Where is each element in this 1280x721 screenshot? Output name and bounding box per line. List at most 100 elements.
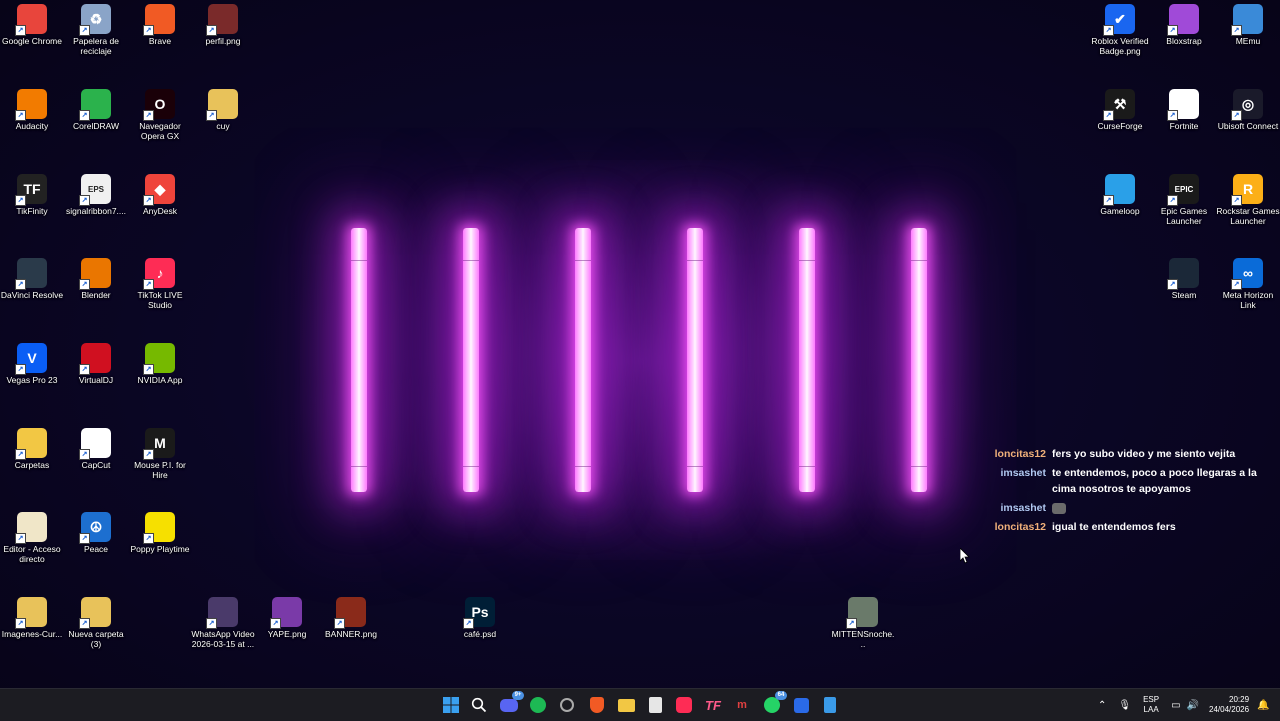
microphone-icon[interactable]: 🎙 xyxy=(1118,700,1131,711)
desktop-icon[interactable]: ↗ Fortnite xyxy=(1152,85,1216,131)
desktop-icon[interactable]: ↗ DaVinci Resolve xyxy=(0,254,64,300)
desktop-icon[interactable]: ↗ Carpetas xyxy=(0,424,64,470)
taskbar-tiktok-live[interactable] xyxy=(672,693,696,717)
desktop-icon[interactable]: ↗ Audacity xyxy=(0,85,64,131)
notification-bell-icon[interactable]: 🔔 xyxy=(1257,700,1269,711)
photoshop-file-icon: Ps ↗ xyxy=(463,597,495,629)
desktop-icon[interactable]: ↗ Steam xyxy=(1152,254,1216,300)
taskbar-brave[interactable] xyxy=(585,693,609,717)
desktop-icon-label: Rockstar Games Launcher xyxy=(1216,206,1280,226)
taskbar-app-m[interactable]: m xyxy=(730,693,754,717)
desktop-icon[interactable]: ↗ perfil.png xyxy=(191,0,255,46)
desktop-icon[interactable]: ↗ Brave xyxy=(128,0,192,46)
desktop-icon[interactable]: ↗ MEmu xyxy=(1216,0,1280,46)
shortcut-arrow-icon: ↗ xyxy=(79,110,90,121)
desktop-icon[interactable]: ↗ Gameloop xyxy=(1088,170,1152,216)
desktop-icon[interactable]: ↗ Nueva carpeta (3) xyxy=(64,593,128,649)
desktop-icon-label: CorelDRAW xyxy=(73,121,119,131)
desktop-icon[interactable]: ↗ CapCut xyxy=(64,424,128,470)
taskbar-editor[interactable] xyxy=(643,693,667,717)
shortcut-arrow-icon: ↗ xyxy=(15,110,26,121)
shortcut-arrow-icon: ↗ xyxy=(1103,110,1114,121)
desktop-icon[interactable]: ↗ MITTENSnoche... xyxy=(831,593,895,649)
keyboard-layout: LAA xyxy=(1143,705,1159,714)
file-icon: ↗ xyxy=(1167,89,1199,121)
desktop-icon[interactable]: R ↗ Rockstar Games Launcher xyxy=(1216,170,1280,226)
memu-icon: ↗ xyxy=(1231,4,1263,36)
desktop-icon[interactable]: ◎ ↗ Ubisoft Connect xyxy=(1216,85,1280,131)
desktop-icon[interactable]: Ps ↗ café.psd xyxy=(448,593,512,639)
chat-message: imsashet te entendemos, poco a poco lleg… xyxy=(990,465,1275,497)
shortcut-arrow-icon: ↗ xyxy=(1231,279,1242,290)
desktop-icon-label: Audacity xyxy=(15,121,49,131)
desktop-icon[interactable]: ☮ ↗ Peace xyxy=(64,508,128,554)
shortcut-arrow-icon: ↗ xyxy=(15,25,26,36)
chat-text: te entendemos, poco a poco llegaras a la… xyxy=(1052,467,1257,495)
desktop-icon[interactable]: ✔ ↗ Roblox Verified Badge.png xyxy=(1088,0,1152,56)
desktop-icon-label: Vegas Pro 23 xyxy=(6,375,58,385)
shortcut-arrow-icon: ↗ xyxy=(270,618,281,629)
shortcut-arrow-icon: ↗ xyxy=(143,195,154,206)
desktop-icon[interactable]: ↗ CorelDRAW xyxy=(64,85,128,131)
spotify-icon xyxy=(530,697,546,713)
taskbar-app-blue[interactable] xyxy=(789,693,813,717)
anydesk-icon: ◆ ↗ xyxy=(143,174,175,206)
tikfinity-icon: TF xyxy=(705,697,721,713)
desktop-icon[interactable]: ↗ Google Chrome xyxy=(0,0,64,46)
taskbar-discord[interactable]: 9+ xyxy=(497,691,524,717)
desktop-icon[interactable]: V ↗ Vegas Pro 23 xyxy=(0,339,64,385)
desktop-icon[interactable]: ♪ ↗ TikTok LIVE Studio xyxy=(128,254,192,310)
desktop-icon-label: TikFinity xyxy=(16,206,48,216)
taskbar-opera-gx[interactable] xyxy=(555,693,579,717)
desktop-icon-label: Carpetas xyxy=(14,460,50,470)
desktop-icon[interactable]: ↗ BANNER.png xyxy=(319,593,383,639)
desktop-icon[interactable]: ↗ Imagenes-Cur... xyxy=(0,593,64,639)
start-button[interactable] xyxy=(439,693,463,717)
desktop-icon[interactable]: ↗ YAPE.png xyxy=(255,593,319,639)
desktop-icon[interactable]: ↗ cuy xyxy=(191,85,255,131)
desktop-icon[interactable]: ↗ Bloxstrap xyxy=(1152,0,1216,46)
chevron-up-icon[interactable]: ⌃ xyxy=(1098,700,1106,711)
desktop-icon-label: Poppy Playtime xyxy=(130,544,190,554)
desktop-icon[interactable]: ↗ NVIDIA App xyxy=(128,339,192,385)
desktop-icon[interactable]: ◆ ↗ AnyDesk xyxy=(128,170,192,216)
shortcut-arrow-icon: ↗ xyxy=(15,618,26,629)
desktop-icon[interactable]: ♻ ↗ Papelera de reciclaje xyxy=(64,0,128,56)
desktop-icon[interactable]: ⚒ ↗ CurseForge xyxy=(1088,85,1152,131)
shortcut-arrow-icon: ↗ xyxy=(206,110,217,121)
shortcut-arrow-icon: ↗ xyxy=(79,364,90,375)
desktop-icon[interactable]: ↗ Blender xyxy=(64,254,128,300)
language-indicator[interactable]: ESP LAA xyxy=(1143,695,1159,715)
clock[interactable]: 20:29 24/04/2026 xyxy=(1209,695,1249,715)
desktop-icon-label: Mouse P.I. for Hire xyxy=(134,460,186,480)
neon-tube xyxy=(463,228,479,492)
shortcut-arrow-icon: ↗ xyxy=(463,618,474,629)
desktop-icon[interactable]: O ↗ Navegador Opera GX xyxy=(128,85,192,141)
tiktok-live-icon: ♪ ↗ xyxy=(143,258,175,290)
taskbar-tikfinity[interactable]: TF xyxy=(701,693,725,717)
search-button[interactable] xyxy=(467,693,491,717)
desktop-icon[interactable]: EPIC ↗ Epic Games Launcher xyxy=(1152,170,1216,226)
desktop-icon[interactable]: ↗ Poppy Playtime xyxy=(128,508,192,554)
roblox-badge-icon: ✔ ↗ xyxy=(1103,4,1135,36)
shortcut-arrow-icon: ↗ xyxy=(1231,195,1242,206)
chrome-icon: ↗ xyxy=(15,4,47,36)
network-icon[interactable]: ▭ xyxy=(1171,700,1180,711)
taskbar-whatsapp[interactable]: 64 xyxy=(760,691,787,717)
taskbar-file-explorer[interactable] xyxy=(614,693,638,717)
speaker-icon[interactable]: 🔊 xyxy=(1187,700,1199,711)
chat-username: imsashet xyxy=(1000,467,1046,479)
search-icon xyxy=(471,697,487,713)
desktop-icon-label: Brave xyxy=(148,36,172,46)
desktop-icon[interactable]: ↗ Editor - Acceso directo xyxy=(0,508,64,564)
desktop-icon-label: MITTENSnoche... xyxy=(831,629,895,649)
desktop-icon[interactable]: M ↗ Mouse P.I. for Hire xyxy=(128,424,192,480)
desktop-icon[interactable]: ∞ ↗ Meta Horizon Link xyxy=(1216,254,1280,310)
desktop-icon[interactable]: ↗ VirtualDJ xyxy=(64,339,128,385)
taskbar-notepad[interactable] xyxy=(818,693,842,717)
neon-tube xyxy=(687,228,703,492)
desktop-icon[interactable]: TF ↗ TikFinity xyxy=(0,170,64,216)
desktop-icon[interactable]: ↗ WhatsApp Video 2026-03-15 at ... xyxy=(191,593,255,649)
taskbar-spotify[interactable] xyxy=(526,693,550,717)
desktop-icon[interactable]: EPS ↗ signalribbon7.... xyxy=(64,170,128,216)
